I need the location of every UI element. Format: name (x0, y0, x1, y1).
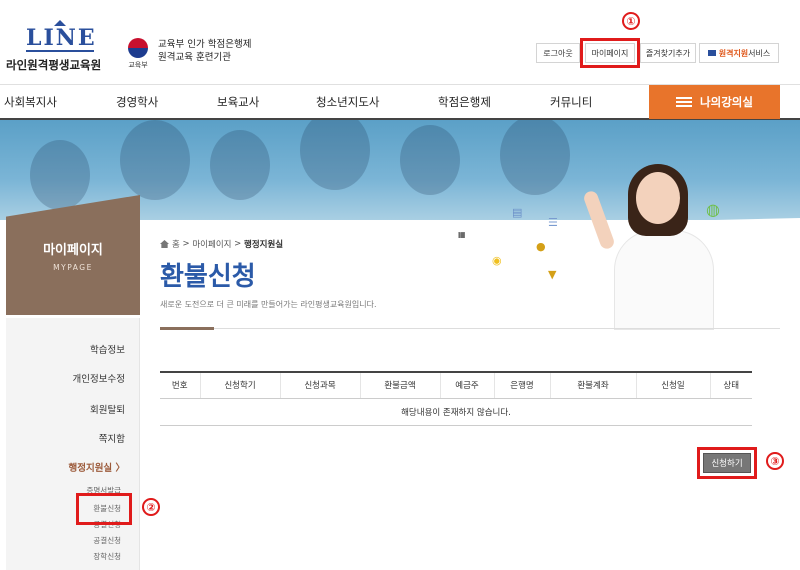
trophy-icon: ▼ (548, 268, 557, 281)
empty-message: 해당내용이 존재하지 않습니다. (160, 398, 752, 426)
nav-credit-bank[interactable]: 학점은행제 (438, 85, 491, 119)
sidebar-item-withdraw[interactable]: 회원탈퇴 (90, 402, 125, 416)
nav-community[interactable]: 커뮤니티 (550, 85, 592, 119)
remote-support-icon (707, 50, 716, 56)
refund-table: 번호 신청학기 신청과목 환불금액 예금주 은행명 환불계좌 신청일 상태 해당… (160, 371, 752, 426)
title-divider (160, 327, 780, 330)
logout-button[interactable]: 로그아웃 (536, 43, 580, 63)
sidebar-menu: 학습정보 개인정보수정 회원탈퇴 쪽지함 행정지원실 〉 증명서발급 환불신청 … (6, 318, 140, 570)
col-number: 번호 (160, 371, 200, 399)
ministry-emblem: 교육부 (124, 38, 152, 70)
sidebar-sub-scholarship[interactable]: 장학신청 (93, 551, 121, 562)
col-status: 상태 (709, 371, 752, 399)
step-3-marker: ③ (766, 452, 784, 470)
table-row: 해당내용이 존재하지 않습니다. (160, 398, 752, 426)
site-logo[interactable]: LINE 라인원격평생교육원 (6, 20, 116, 73)
my-classroom-button[interactable]: 나의강의실 (649, 85, 780, 119)
nav-youth-instructor[interactable]: 청소년지도사 (316, 85, 379, 119)
col-refund-account: 환불계좌 (549, 371, 636, 399)
col-course: 신청과목 (279, 371, 360, 399)
model-illustration (582, 150, 730, 330)
edu-board-icon: ▦ (458, 230, 466, 239)
gov-accreditation: 교육부 교육부 인가 학점은행제 원격교육 훈련기관 (124, 38, 251, 70)
checklist-icon: ☰ (548, 216, 558, 229)
table-header-row: 번호 신청학기 신청과목 환불금액 예금주 은행명 환불계좌 신청일 상태 (160, 371, 752, 399)
lightbulb-icon: ◉ (492, 254, 502, 267)
sidebar-sub-excused-absence-2[interactable]: 공결신청 (93, 535, 121, 546)
highlight-apply-button (697, 447, 757, 479)
logo-name: 라인원격평생교육원 (6, 58, 102, 72)
sidebar-item-admin-support[interactable]: 행정지원실 〉 (68, 460, 125, 474)
col-bank: 은행명 (493, 371, 550, 399)
remote-support-button[interactable]: 원격지원 서비스 (699, 43, 779, 63)
col-refund-amount: 환불금액 (359, 371, 440, 399)
col-semester: 신청학기 (199, 371, 280, 399)
nav-business[interactable]: 경영학사 (116, 85, 158, 119)
home-icon[interactable] (160, 240, 169, 248)
list-icon (676, 97, 693, 107)
step-2-marker: ② (142, 498, 160, 516)
main-nav: 사회복지사 경영학사 보육교사 청소년지도사 학점은행제 커뮤니티 나의강의실 (0, 84, 800, 120)
highlight-mypage (580, 38, 640, 68)
add-favorite-button[interactable]: 즐겨찾기추가 (640, 43, 696, 63)
nav-childcare[interactable]: 보육교사 (217, 85, 259, 119)
highlight-refund-menu (76, 493, 132, 525)
sidebar-item-edit-profile[interactable]: 개인정보수정 (73, 371, 125, 385)
book-icon: ▤ (512, 206, 523, 219)
logo-word: LINE (26, 20, 95, 52)
nav-social-welfare[interactable]: 사회복지사 (4, 85, 57, 119)
graduation-bulb-icon: ◍ (706, 200, 720, 219)
chevron-right-icon: 〉 (115, 463, 125, 474)
taegeuk-icon (128, 38, 148, 58)
breadcrumb: 홈 > 마이페이지 > 행정지원실 (160, 238, 283, 250)
step-1-marker: ① (622, 12, 640, 30)
col-apply-date: 신청일 (635, 371, 710, 399)
medal-icon: ● (536, 240, 546, 253)
page-description: 새로운 도전으로 더 큰 미래를 만들어가는 라인평생교육원입니다. (160, 300, 377, 309)
sidebar-item-messages[interactable]: 쪽지함 (99, 431, 125, 445)
page-title: 환불신청 (160, 262, 256, 292)
col-account-holder: 예금주 (439, 371, 494, 399)
sidebar-item-learning-info[interactable]: 학습정보 (90, 342, 125, 356)
gov-text: 교육부 인가 학점은행제 원격교육 훈련기관 (158, 39, 252, 63)
